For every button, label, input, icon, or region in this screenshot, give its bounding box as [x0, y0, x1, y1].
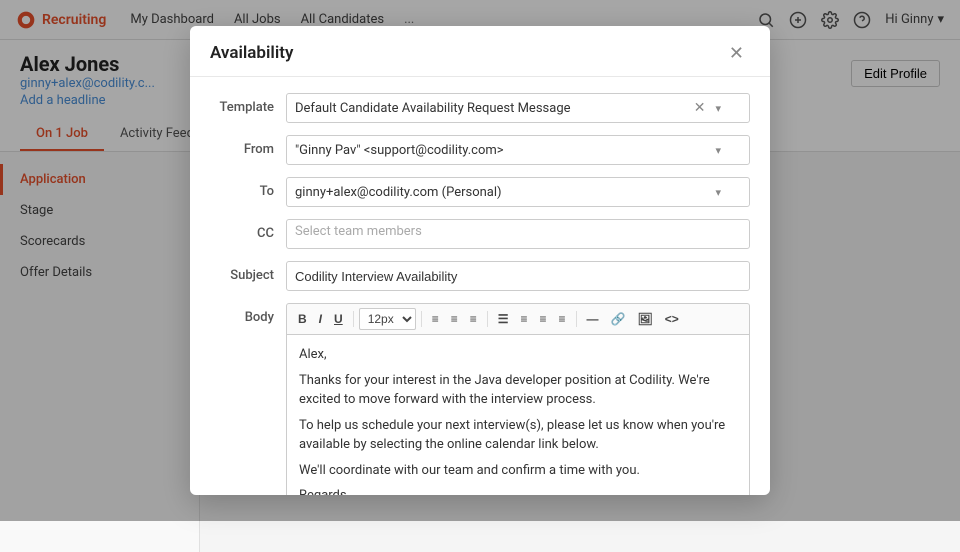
to-caret-icon: ▾ [715, 186, 721, 199]
subject-field [286, 261, 750, 291]
to-row: To ginny+alex@codility.com (Personal) ▾ [210, 177, 750, 207]
body-label: Body [210, 303, 274, 325]
align-right-button[interactable]: ≡ [465, 310, 482, 328]
from-row: From "Ginny Pav" <support@codility.com> … [210, 135, 750, 165]
cc-label: CC [210, 219, 274, 241]
from-caret-icon: ▾ [715, 144, 721, 157]
availability-modal: Availability ✕ Template Default Candidat… [190, 26, 770, 495]
bold-button[interactable]: B [293, 310, 312, 328]
template-value: Default Candidate Availability Request M… [295, 101, 571, 116]
unordered-list-button[interactable]: ☰ [493, 310, 514, 328]
cc-placeholder: Select team members [295, 224, 422, 239]
to-field: ginny+alex@codility.com (Personal) ▾ [286, 177, 750, 207]
image-button[interactable]: 🖼 [633, 310, 658, 328]
hr-button[interactable]: — [582, 310, 604, 328]
toolbar-sep-4 [576, 311, 577, 327]
cc-input[interactable]: Select team members [286, 219, 750, 249]
modal-overlay: Availability ✕ Template Default Candidat… [0, 0, 960, 521]
subject-input[interactable] [286, 261, 750, 291]
from-value: "Ginny Pav" <support@codility.com> [295, 143, 504, 158]
italic-button[interactable]: I [314, 310, 327, 328]
to-value: ginny+alex@codility.com (Personal) [295, 185, 502, 200]
body-field: B I U 12px 14px 16px ≡ ≡ ≡ [286, 303, 750, 495]
indent-button[interactable]: ≡ [535, 310, 552, 328]
font-size-select[interactable]: 12px 14px 16px [359, 308, 416, 330]
body-row: Body B I U 12px 14px 16px ≡ [210, 303, 750, 495]
subject-label: Subject [210, 261, 274, 283]
modal-header: Availability ✕ [190, 26, 770, 77]
modal-form-body: Template Default Candidate Availability … [190, 77, 770, 495]
underline-button[interactable]: U [329, 310, 348, 328]
cc-field: Select team members [286, 219, 750, 249]
align-center-button[interactable]: ≡ [446, 310, 463, 328]
ordered-list-button[interactable]: ≡ [516, 310, 533, 328]
code-button[interactable]: <> [660, 310, 684, 328]
from-select[interactable]: "Ginny Pav" <support@codility.com> ▾ [286, 135, 750, 165]
from-field: "Ginny Pav" <support@codility.com> ▾ [286, 135, 750, 165]
template-field: Default Candidate Availability Request M… [286, 93, 750, 123]
modal-close-button[interactable]: ✕ [723, 42, 750, 64]
template-select[interactable]: Default Candidate Availability Request M… [286, 93, 750, 123]
editor-toolbar: B I U 12px 14px 16px ≡ ≡ ≡ [286, 303, 750, 334]
template-caret-icon: ▾ [715, 102, 721, 115]
editor-body[interactable]: Alex, Thanks for your interest in the Ja… [286, 334, 750, 495]
link-button[interactable]: 🔗 [606, 310, 631, 328]
toolbar-sep-3 [487, 311, 488, 327]
toolbar-sep-2 [421, 311, 422, 327]
modal-title: Availability [210, 43, 293, 63]
from-label: From [210, 135, 274, 157]
template-clear-icon[interactable]: ✕ [694, 100, 706, 116]
template-row: Template Default Candidate Availability … [210, 93, 750, 123]
to-select[interactable]: ginny+alex@codility.com (Personal) ▾ [286, 177, 750, 207]
template-label: Template [210, 93, 274, 115]
toolbar-sep-1 [353, 311, 354, 327]
align-left-button[interactable]: ≡ [427, 310, 444, 328]
cc-row: CC Select team members [210, 219, 750, 249]
outdent-button[interactable]: ≡ [554, 310, 571, 328]
subject-row: Subject [210, 261, 750, 291]
to-label: To [210, 177, 274, 199]
